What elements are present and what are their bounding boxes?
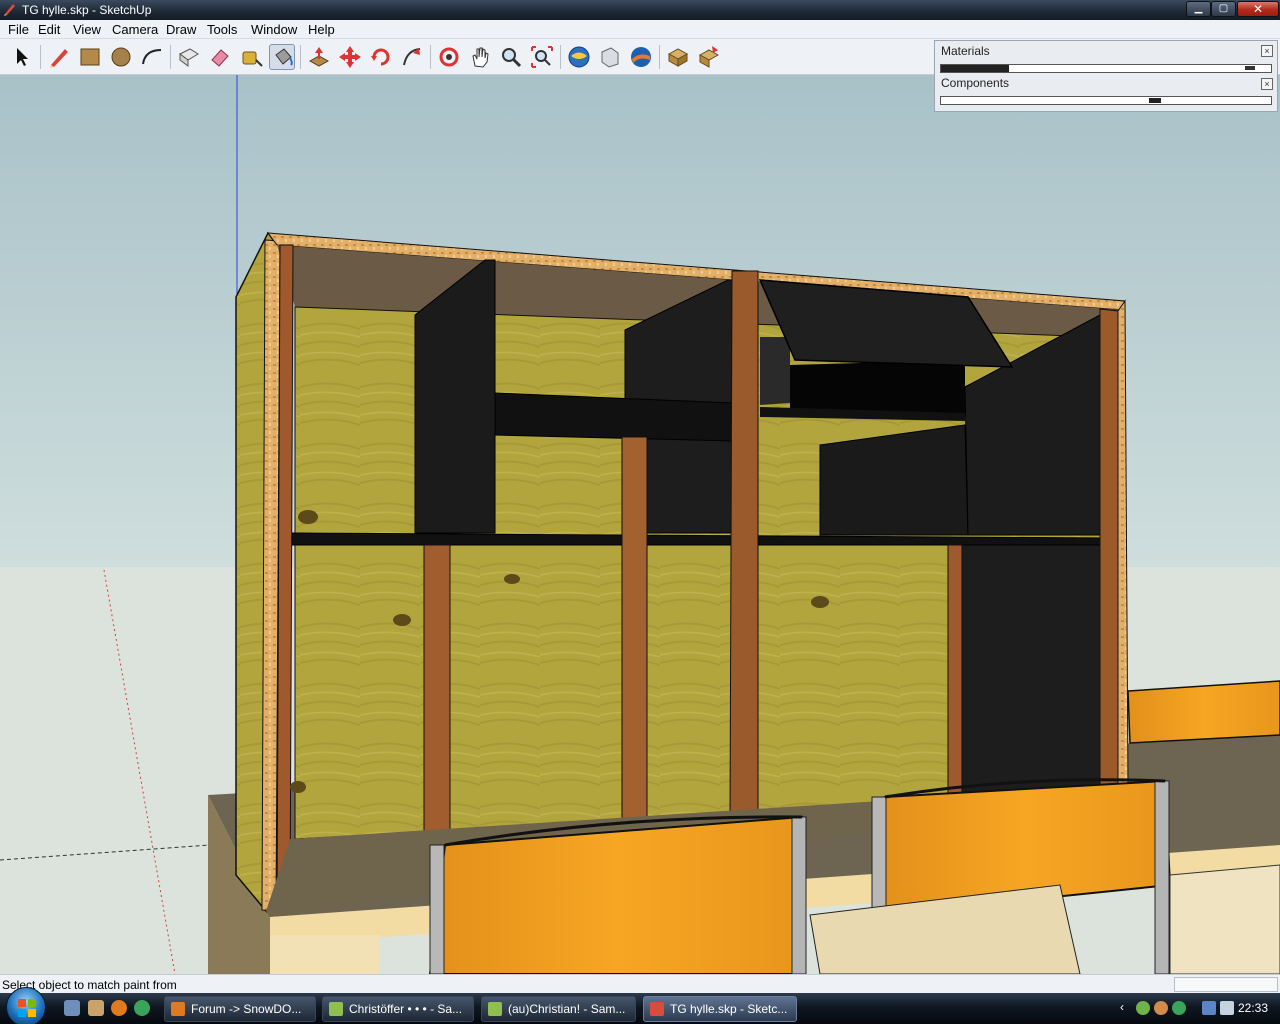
windows-taskbar: Forum -> SnowDO... Christöffer • • • - S… xyxy=(0,987,1280,1024)
sketchup-icon xyxy=(650,1002,664,1016)
components-icon[interactable] xyxy=(665,44,691,70)
sketchup-app-icon[interactable] xyxy=(3,2,17,16)
materials-close-icon[interactable]: × xyxy=(1261,45,1273,57)
make-component-icon[interactable] xyxy=(176,44,202,70)
follow-me-tool-icon[interactable] xyxy=(399,44,425,70)
menu-view[interactable]: View xyxy=(73,22,101,37)
messenger-icon xyxy=(488,1002,502,1016)
menu-bar: File Edit View Camera Draw Tools Window … xyxy=(0,20,1280,39)
firefox-icon[interactable] xyxy=(111,1000,127,1016)
task-sketchup[interactable]: TG hylle.skp - Sketc... xyxy=(643,996,797,1022)
rectangle-tool-icon[interactable] xyxy=(77,44,103,70)
quicklaunch-messenger-icon[interactable] xyxy=(88,1000,104,1016)
table-leg-area xyxy=(270,935,380,974)
wood-knot xyxy=(290,781,306,793)
minimize-button[interactable]: ▁ xyxy=(1186,1,1211,17)
divider-block xyxy=(760,337,790,405)
status-bar: Select object to match paint from xyxy=(0,974,1280,993)
toolbar-separator xyxy=(560,45,561,69)
menu-tools[interactable]: Tools xyxy=(207,22,237,37)
toolbar-separator xyxy=(300,45,301,69)
move-tool-icon[interactable] xyxy=(337,44,363,70)
cabinet-right-edge xyxy=(1117,299,1129,786)
messenger-icon xyxy=(329,1002,343,1016)
show-desktop-icon[interactable] xyxy=(64,1000,80,1016)
toolbar-separator xyxy=(40,45,41,69)
menu-camera[interactable]: Camera xyxy=(112,22,158,37)
rotate-tool-icon[interactable] xyxy=(368,44,394,70)
get-models-icon[interactable] xyxy=(566,44,592,70)
orbit-tool-icon[interactable] xyxy=(436,44,462,70)
wood-strip-3 xyxy=(621,436,648,820)
share-component-icon[interactable] xyxy=(696,44,722,70)
menu-window[interactable]: Window xyxy=(251,22,297,37)
wood-knot xyxy=(393,614,411,626)
divider-panel-lower xyxy=(959,542,1101,800)
start-button[interactable] xyxy=(6,987,46,1024)
window-title: TG hylle.skp - SketchUp xyxy=(22,3,152,17)
menu-help[interactable]: Help xyxy=(308,22,335,37)
utorrent-icon[interactable] xyxy=(134,1000,150,1016)
arc-tool-icon[interactable] xyxy=(139,44,165,70)
wood-strip-left xyxy=(276,244,294,912)
eraser-tool-icon[interactable] xyxy=(207,44,233,70)
select-tool-icon[interactable] xyxy=(9,44,35,70)
google-earth-icon[interactable] xyxy=(628,44,654,70)
task-chat-2[interactable]: (au)Christian! - Sam... xyxy=(481,996,636,1022)
components-close-icon[interactable]: × xyxy=(1261,78,1273,90)
tape-measure-tool-icon[interactable] xyxy=(238,44,264,70)
table-leg-right xyxy=(1169,864,1280,974)
share-model-icon[interactable] xyxy=(597,44,623,70)
toolbar-separator xyxy=(170,45,171,69)
zoom-tool-icon[interactable] xyxy=(498,44,524,70)
wood-knot xyxy=(298,510,318,524)
paint-bucket-tool-icon[interactable] xyxy=(269,44,295,70)
trays-panel: Materials × Components × xyxy=(934,40,1278,112)
wood-strip-center xyxy=(729,270,759,826)
wood-knot xyxy=(811,596,829,608)
tray-app-icon[interactable] xyxy=(1154,1001,1168,1015)
divider-panel-3 xyxy=(819,424,969,536)
toolbar-separator xyxy=(430,45,431,69)
wood-strip-4 xyxy=(947,544,963,798)
task-forum[interactable]: Forum -> SnowDO... xyxy=(164,996,316,1022)
close-button[interactable]: ✕ xyxy=(1237,1,1279,17)
push-pull-tool-icon[interactable] xyxy=(306,44,332,70)
measurements-box[interactable] xyxy=(1174,977,1278,992)
windows-logo-icon xyxy=(18,999,36,1017)
3d-scene[interactable] xyxy=(0,75,1280,974)
zoom-extents-tool-icon[interactable] xyxy=(529,44,555,70)
firefox-icon xyxy=(171,1002,185,1016)
clock[interactable]: 22:33 xyxy=(1238,1001,1268,1015)
pan-tool-icon[interactable] xyxy=(467,44,493,70)
inner-dark-cavity xyxy=(790,360,965,415)
menu-draw[interactable]: Draw xyxy=(166,22,196,37)
maximize-button[interactable]: ▢ xyxy=(1211,1,1236,17)
volume-icon[interactable] xyxy=(1220,1001,1234,1015)
pencil-line-tool-icon[interactable] xyxy=(46,44,72,70)
model-viewport[interactable] xyxy=(0,75,1280,974)
materials-swatch xyxy=(941,65,1009,72)
wood-knot xyxy=(504,574,520,584)
components-tray-title[interactable]: Components xyxy=(941,76,1009,90)
tray-utorrent-icon[interactable] xyxy=(1172,1001,1186,1015)
menu-file[interactable]: File xyxy=(8,22,29,37)
wood-strip-2 xyxy=(423,544,451,834)
materials-bar[interactable] xyxy=(940,64,1272,73)
components-bar[interactable] xyxy=(940,96,1272,105)
wood-strip-right xyxy=(1099,308,1119,786)
toolbar-separator xyxy=(659,45,660,69)
tray-expand-icon[interactable]: ‹ xyxy=(1120,1000,1124,1014)
materials-dropdown-icon[interactable] xyxy=(1245,66,1255,71)
circle-tool-icon[interactable] xyxy=(108,44,134,70)
task-chat-1[interactable]: Christöffer • • • - Sa... xyxy=(322,996,474,1022)
materials-tray-title[interactable]: Materials xyxy=(941,44,990,58)
components-marker xyxy=(1149,98,1161,103)
network-icon[interactable] xyxy=(1202,1001,1216,1015)
chair-back-right xyxy=(1127,680,1280,744)
menu-edit[interactable]: Edit xyxy=(38,22,60,37)
title-bar: TG hylle.skp - SketchUp ▁ ▢ ✕ xyxy=(0,0,1280,20)
tray-messenger-icon[interactable] xyxy=(1136,1001,1150,1015)
